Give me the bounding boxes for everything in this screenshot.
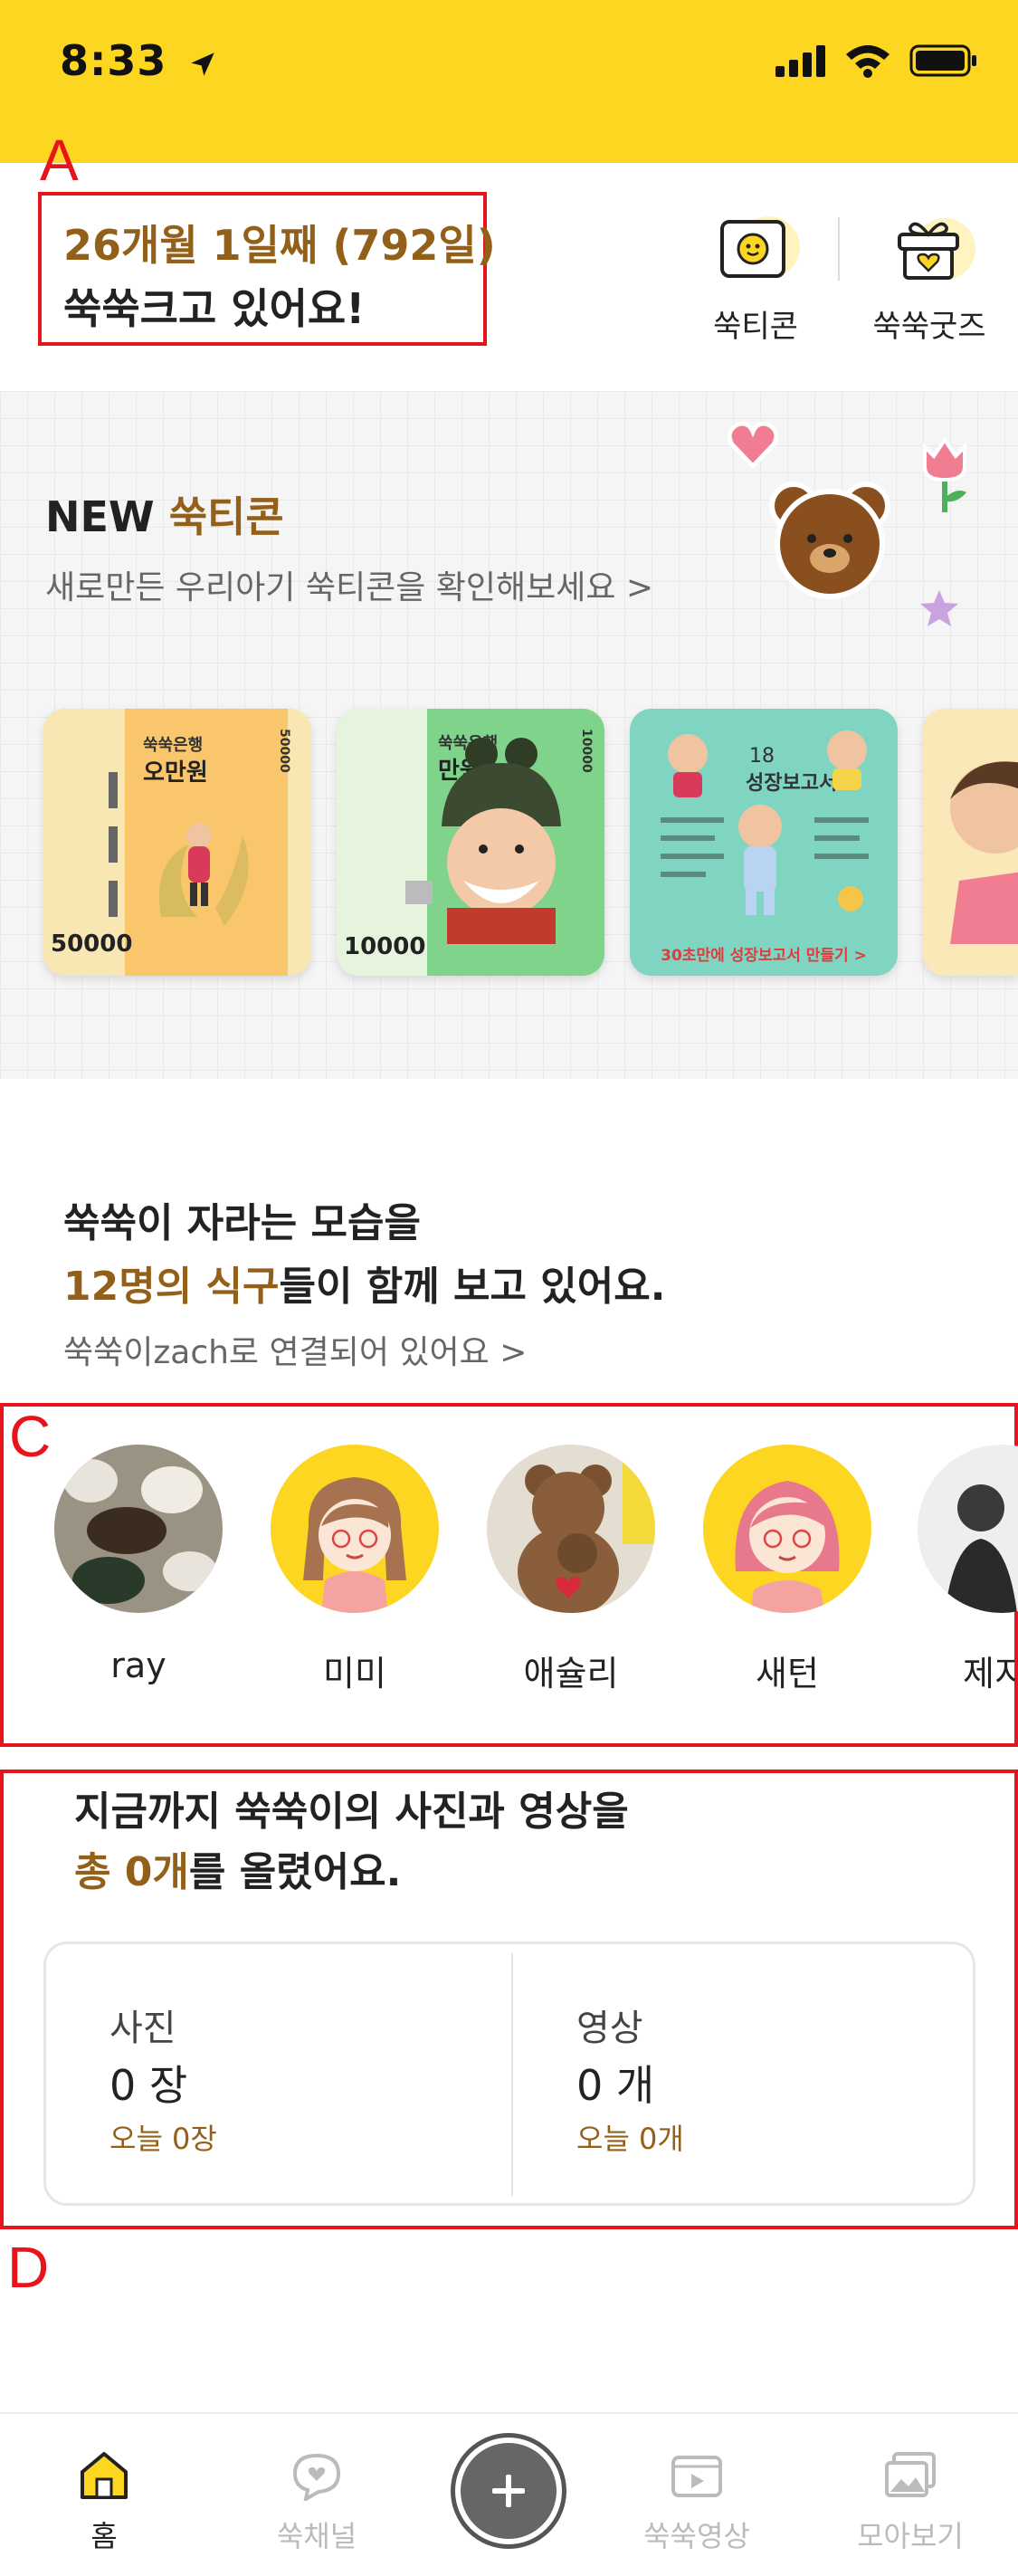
family-connection-link[interactable]: 쑥쑥이zach로 연결되어 있어요 > <box>63 1326 527 1373</box>
food-photo-icon <box>54 1445 223 1613</box>
nav-home-label: 홈 <box>90 2519 118 2553</box>
plus-icon <box>492 2475 525 2507</box>
gift-icon <box>898 218 975 280</box>
uploads-total-title: 총 0개를 올렸어요. <box>74 1849 402 1895</box>
family-member[interactable]: ray <box>52 1445 224 1685</box>
video-label: 영상 <box>576 2008 643 2049</box>
video-icon <box>671 2456 722 2497</box>
nav-video-label: 쑥쑥영상 <box>643 2519 750 2553</box>
person-photo-icon <box>918 1445 1018 1613</box>
new-sticker-title: NEW 쑥티콘 <box>45 492 284 541</box>
signal-icon <box>775 45 825 77</box>
battery-icon <box>909 44 976 77</box>
chat-heart-icon <box>292 2453 341 2501</box>
family-member[interactable]: 새턴 <box>701 1445 873 1695</box>
star-sticker-icon <box>920 590 958 626</box>
sticker-card-partial[interactable] <box>923 709 1018 976</box>
bear-sticker-icon <box>769 482 890 599</box>
nav-video[interactable]: 쑥쑥영상 <box>615 2450 778 2555</box>
nav-channel-label: 쑥채널 <box>276 2519 357 2553</box>
photo-label: 사진 <box>109 2008 176 2049</box>
add-button-inner <box>461 2443 557 2539</box>
family-count-title: 12명의 식구들이 함께 보고 있어요. <box>63 1264 666 1310</box>
member-name: 애슐리 <box>523 1654 619 1693</box>
sticker-card-10000[interactable]: 쑥쑥은행 만원 10000 10000 <box>337 709 604 976</box>
avatar <box>271 1445 439 1613</box>
card-cta: 30초만에 성장보고서 만들기 > <box>661 947 867 965</box>
photo-count: 0 장 <box>109 2061 188 2110</box>
age-text: 26개월 1일째 (792일) <box>63 221 496 270</box>
photo-today: 오늘 0장 <box>109 2122 217 2156</box>
wifi-icon <box>846 45 890 78</box>
sticker-card-growth-report[interactable]: 18 성장보고서 30초만에 성장보고서 만들기 > <box>630 709 898 976</box>
card-bank-name: 쑥쑥은행 <box>143 736 204 755</box>
header-divider <box>838 217 840 281</box>
annotation-label-d: D <box>7 2235 50 2300</box>
card-vertical-amount: 10000 <box>579 729 594 773</box>
status-time: 8:33 <box>60 36 218 85</box>
nav-channel[interactable]: 쑥채널 <box>235 2450 398 2555</box>
member-name: 새턴 <box>756 1654 819 1693</box>
member-name: 미미 <box>323 1654 386 1693</box>
card-title: 오만원 <box>143 759 208 787</box>
home-icon <box>81 2452 128 2499</box>
stats-divider <box>511 1953 513 2196</box>
growing-text: 쑥쑥크고 있어요! <box>63 284 366 333</box>
baby-photo-icon <box>950 761 1018 944</box>
add-button[interactable] <box>451 2433 566 2549</box>
goods-button-label: 쑥쑥굿즈 <box>872 309 986 345</box>
card-amount: 50000 <box>51 930 133 958</box>
family-member[interactable]: 제지 <box>918 1445 1018 1695</box>
baby-frog-hat-icon <box>442 738 561 944</box>
upload-stats-card[interactable]: 사진 0 장 오늘 0장 영상 0 개 오늘 0개 <box>43 1942 975 2206</box>
baby-report-icon <box>661 730 869 915</box>
family-title: 쑥쑥이 자라는 모습을 <box>63 1200 421 1246</box>
nav-gallery[interactable]: 모아보기 <box>829 2450 992 2555</box>
video-count: 0 개 <box>576 2061 655 2110</box>
card-vertical-amount: 50000 <box>277 729 291 773</box>
status-bar: 8:33 <box>0 0 1018 163</box>
video-today: 오늘 0개 <box>576 2122 684 2156</box>
teddy-bear-photo-icon <box>487 1445 655 1613</box>
avatar <box>487 1445 655 1613</box>
sticker-button-label: 쑥티콘 <box>713 309 798 345</box>
status-icons <box>775 43 978 78</box>
avatar <box>918 1445 1018 1613</box>
card-bill-mark <box>109 772 118 808</box>
tulip-sticker-icon <box>923 436 966 512</box>
avatar <box>54 1445 223 1613</box>
annotation-label-a: A <box>40 128 79 193</box>
nav-home[interactable]: 홈 <box>23 2450 186 2555</box>
sticker-icon <box>720 216 800 278</box>
sticker-button[interactable]: 쑥티콘 <box>683 213 828 346</box>
goods-button[interactable]: 쑥쑥굿즈 <box>857 213 1002 346</box>
nav-gallery-label: 모아보기 <box>857 2519 964 2553</box>
avatar <box>703 1445 871 1613</box>
card-amount: 10000 <box>344 933 426 960</box>
uploads-title: 지금까지 쑥쑥이의 사진과 영상을 <box>74 1789 629 1835</box>
member-name: 제지 <box>963 1654 1018 1693</box>
heart-sticker-icon <box>727 421 779 470</box>
girl-avatar-icon <box>271 1445 439 1613</box>
card-bill-mark <box>109 881 118 917</box>
sticker-card-50000[interactable]: 쑥쑥은행 오만원 50000 50000 <box>43 709 311 976</box>
location-arrow-icon <box>191 52 215 76</box>
new-sticker-subtitle[interactable]: 새로만든 우리아기 쑥티콘을 확인해보세요 > <box>45 561 653 608</box>
woman-avatar-icon <box>703 1445 871 1613</box>
member-name: ray <box>110 1646 166 1685</box>
family-member[interactable]: 애슐리 <box>485 1445 657 1695</box>
card-bill-mark <box>109 826 118 863</box>
baby-photo-icon <box>159 823 249 926</box>
gallery-icon <box>885 2452 936 2497</box>
family-member[interactable]: 미미 <box>269 1445 441 1695</box>
